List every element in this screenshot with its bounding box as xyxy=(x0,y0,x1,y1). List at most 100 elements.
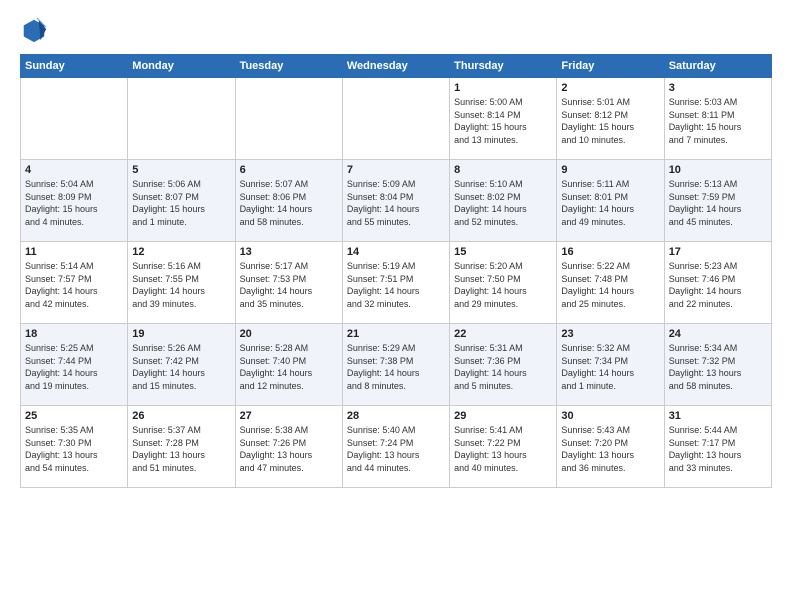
calendar-cell-5-4: 28Sunrise: 5:40 AM Sunset: 7:24 PM Dayli… xyxy=(342,406,449,488)
calendar-cell-3-1: 11 Sunrise: 5:14 AM Sunset: 7:57 PM Dayli… xyxy=(21,242,128,324)
calendar-cell-4-1: 18 Sunrise: 5:25 AM Sunset: 7:44 PM Dayli… xyxy=(21,324,128,406)
day-info: Sunrise: 5:26 AM Sunset: 7:42 PM Dayligh… xyxy=(132,342,230,392)
calendar-cell-1-1 xyxy=(21,78,128,160)
day-info: Sunrise: 5:07 AM Sunset: 8:06 PM Dayligh… xyxy=(240,178,338,228)
calendar-cell-2-4: 7 Sunrise: 5:09 AM Sunset: 8:04 PM Daylig… xyxy=(342,160,449,242)
calendar-header-monday: Monday xyxy=(128,55,235,78)
day-number: 8 xyxy=(454,164,552,176)
day-info: Sunrise: 5:34 AM Sunset: 7:32 PM Dayligh… xyxy=(669,342,767,392)
day-number: 31 xyxy=(669,410,767,422)
calendar-cell-4-4: 21 Sunrise: 5:29 AM Sunset: 7:38 PM Dayli… xyxy=(342,324,449,406)
day-number: 23 xyxy=(561,328,659,340)
calendar-cell-5-5: 29 Sunrise: 5:41 AM Sunset: 7:22 PM Dayli… xyxy=(450,406,557,488)
day-number: 27 xyxy=(240,410,338,422)
calendar-cell-3-6: 16 Sunrise: 5:22 AM Sunset: 7:48 PM Dayli… xyxy=(557,242,664,324)
calendar-header-wednesday: Wednesday xyxy=(342,55,449,78)
day-info: Sunrise: 5:35 AM Sunset: 7:30 PM Dayligh… xyxy=(25,424,123,474)
day-info: Sunrise: 5:22 AM Sunset: 7:48 PM Dayligh… xyxy=(561,260,659,310)
calendar-cell-1-4 xyxy=(342,78,449,160)
day-info: Sunrise: 5:38 AM Sunset: 7:26 PM Dayligh… xyxy=(240,424,338,474)
day-info: Sunrise: 5:41 AM Sunset: 7:22 PM Dayligh… xyxy=(454,424,552,474)
calendar-cell-5-1: 25Sunrise: 5:35 AM Sunset: 7:30 PM Dayli… xyxy=(21,406,128,488)
calendar-week-4: 18 Sunrise: 5:25 AM Sunset: 7:44 PM Dayli… xyxy=(21,324,772,406)
day-info: Sunrise: 5:09 AM Sunset: 8:04 PM Dayligh… xyxy=(347,178,445,228)
day-number: 3 xyxy=(669,82,767,94)
day-number: 18 xyxy=(25,328,123,340)
calendar-cell-3-2: 12 Sunrise: 5:16 AM Sunset: 7:55 PM Dayli… xyxy=(128,242,235,324)
day-info: Sunrise: 5:10 AM Sunset: 8:02 PM Dayligh… xyxy=(454,178,552,228)
calendar-header-row: SundayMondayTuesdayWednesdayThursdayFrid… xyxy=(21,55,772,78)
day-number: 10 xyxy=(669,164,767,176)
day-number: 15 xyxy=(454,246,552,258)
day-number: 21 xyxy=(347,328,445,340)
logo-icon xyxy=(20,16,48,44)
calendar-header-tuesday: Tuesday xyxy=(235,55,342,78)
calendar-cell-2-6: 9 Sunrise: 5:11 AM Sunset: 8:01 PM Daylig… xyxy=(557,160,664,242)
day-info: Sunrise: 5:19 AM Sunset: 7:51 PM Dayligh… xyxy=(347,260,445,310)
calendar-cell-3-7: 17 Sunrise: 5:23 AM Sunset: 7:46 PM Dayli… xyxy=(664,242,771,324)
day-number: 26 xyxy=(132,410,230,422)
day-number: 29 xyxy=(454,410,552,422)
calendar-week-3: 11 Sunrise: 5:14 AM Sunset: 7:57 PM Dayli… xyxy=(21,242,772,324)
day-info: Sunrise: 5:44 AM Sunset: 7:17 PM Dayligh… xyxy=(669,424,767,474)
calendar-cell-5-7: 31 Sunrise: 5:44 AM Sunset: 7:17 PM Dayli… xyxy=(664,406,771,488)
day-number: 19 xyxy=(132,328,230,340)
day-info: Sunrise: 5:01 AM Sunset: 8:12 PM Dayligh… xyxy=(561,96,659,146)
calendar-cell-3-4: 14Sunrise: 5:19 AM Sunset: 7:51 PM Dayli… xyxy=(342,242,449,324)
calendar-cell-1-3 xyxy=(235,78,342,160)
day-info: Sunrise: 5:20 AM Sunset: 7:50 PM Dayligh… xyxy=(454,260,552,310)
calendar-cell-3-3: 13 Sunrise: 5:17 AM Sunset: 7:53 PM Dayli… xyxy=(235,242,342,324)
day-info: Sunrise: 5:04 AM Sunset: 8:09 PM Dayligh… xyxy=(25,178,123,228)
calendar-cell-4-5: 22Sunrise: 5:31 AM Sunset: 7:36 PM Dayli… xyxy=(450,324,557,406)
calendar-cell-4-3: 20Sunrise: 5:28 AM Sunset: 7:40 PM Dayli… xyxy=(235,324,342,406)
day-number: 13 xyxy=(240,246,338,258)
calendar-cell-2-3: 6Sunrise: 5:07 AM Sunset: 8:06 PM Daylig… xyxy=(235,160,342,242)
day-number: 17 xyxy=(669,246,767,258)
day-info: Sunrise: 5:23 AM Sunset: 7:46 PM Dayligh… xyxy=(669,260,767,310)
day-number: 1 xyxy=(454,82,552,94)
day-info: Sunrise: 5:17 AM Sunset: 7:53 PM Dayligh… xyxy=(240,260,338,310)
day-number: 4 xyxy=(25,164,123,176)
day-info: Sunrise: 5:37 AM Sunset: 7:28 PM Dayligh… xyxy=(132,424,230,474)
calendar-cell-5-6: 30 Sunrise: 5:43 AM Sunset: 7:20 PM Dayli… xyxy=(557,406,664,488)
day-number: 30 xyxy=(561,410,659,422)
calendar-cell-2-1: 4 Sunrise: 5:04 AM Sunset: 8:09 PM Daylig… xyxy=(21,160,128,242)
calendar-header-thursday: Thursday xyxy=(450,55,557,78)
day-info: Sunrise: 5:16 AM Sunset: 7:55 PM Dayligh… xyxy=(132,260,230,310)
day-info: Sunrise: 5:32 AM Sunset: 7:34 PM Dayligh… xyxy=(561,342,659,392)
day-number: 9 xyxy=(561,164,659,176)
calendar-week-5: 25Sunrise: 5:35 AM Sunset: 7:30 PM Dayli… xyxy=(21,406,772,488)
day-info: Sunrise: 5:13 AM Sunset: 7:59 PM Dayligh… xyxy=(669,178,767,228)
calendar-cell-5-3: 27 Sunrise: 5:38 AM Sunset: 7:26 PM Dayli… xyxy=(235,406,342,488)
day-info: Sunrise: 5:14 AM Sunset: 7:57 PM Dayligh… xyxy=(25,260,123,310)
calendar-cell-2-7: 10 Sunrise: 5:13 AM Sunset: 7:59 PM Dayli… xyxy=(664,160,771,242)
day-info: Sunrise: 5:11 AM Sunset: 8:01 PM Dayligh… xyxy=(561,178,659,228)
day-info: Sunrise: 5:28 AM Sunset: 7:40 PM Dayligh… xyxy=(240,342,338,392)
day-number: 2 xyxy=(561,82,659,94)
calendar-cell-2-2: 5 Sunrise: 5:06 AM Sunset: 8:07 PM Daylig… xyxy=(128,160,235,242)
day-number: 11 xyxy=(25,246,123,258)
day-info: Sunrise: 5:25 AM Sunset: 7:44 PM Dayligh… xyxy=(25,342,123,392)
day-number: 5 xyxy=(132,164,230,176)
calendar-cell-1-5: 1Sunrise: 5:00 AM Sunset: 8:14 PM Daylig… xyxy=(450,78,557,160)
calendar-cell-4-2: 19 Sunrise: 5:26 AM Sunset: 7:42 PM Dayli… xyxy=(128,324,235,406)
day-number: 7 xyxy=(347,164,445,176)
calendar-cell-4-6: 23 Sunrise: 5:32 AM Sunset: 7:34 PM Dayli… xyxy=(557,324,664,406)
day-info: Sunrise: 5:43 AM Sunset: 7:20 PM Dayligh… xyxy=(561,424,659,474)
day-number: 16 xyxy=(561,246,659,258)
day-info: Sunrise: 5:31 AM Sunset: 7:36 PM Dayligh… xyxy=(454,342,552,392)
day-info: Sunrise: 5:40 AM Sunset: 7:24 PM Dayligh… xyxy=(347,424,445,474)
calendar-cell-2-5: 8 Sunrise: 5:10 AM Sunset: 8:02 PM Daylig… xyxy=(450,160,557,242)
logo xyxy=(20,16,52,44)
header xyxy=(20,16,772,44)
calendar-cell-3-5: 15 Sunrise: 5:20 AM Sunset: 7:50 PM Dayli… xyxy=(450,242,557,324)
day-info: Sunrise: 5:03 AM Sunset: 8:11 PM Dayligh… xyxy=(669,96,767,146)
day-info: Sunrise: 5:06 AM Sunset: 8:07 PM Dayligh… xyxy=(132,178,230,228)
day-info: Sunrise: 5:29 AM Sunset: 7:38 PM Dayligh… xyxy=(347,342,445,392)
calendar-cell-4-7: 24Sunrise: 5:34 AM Sunset: 7:32 PM Dayli… xyxy=(664,324,771,406)
day-number: 12 xyxy=(132,246,230,258)
calendar-header-saturday: Saturday xyxy=(664,55,771,78)
calendar-cell-5-2: 26 Sunrise: 5:37 AM Sunset: 7:28 PM Dayli… xyxy=(128,406,235,488)
calendar-week-1: 1Sunrise: 5:00 AM Sunset: 8:14 PM Daylig… xyxy=(21,78,772,160)
calendar-cell-1-2 xyxy=(128,78,235,160)
